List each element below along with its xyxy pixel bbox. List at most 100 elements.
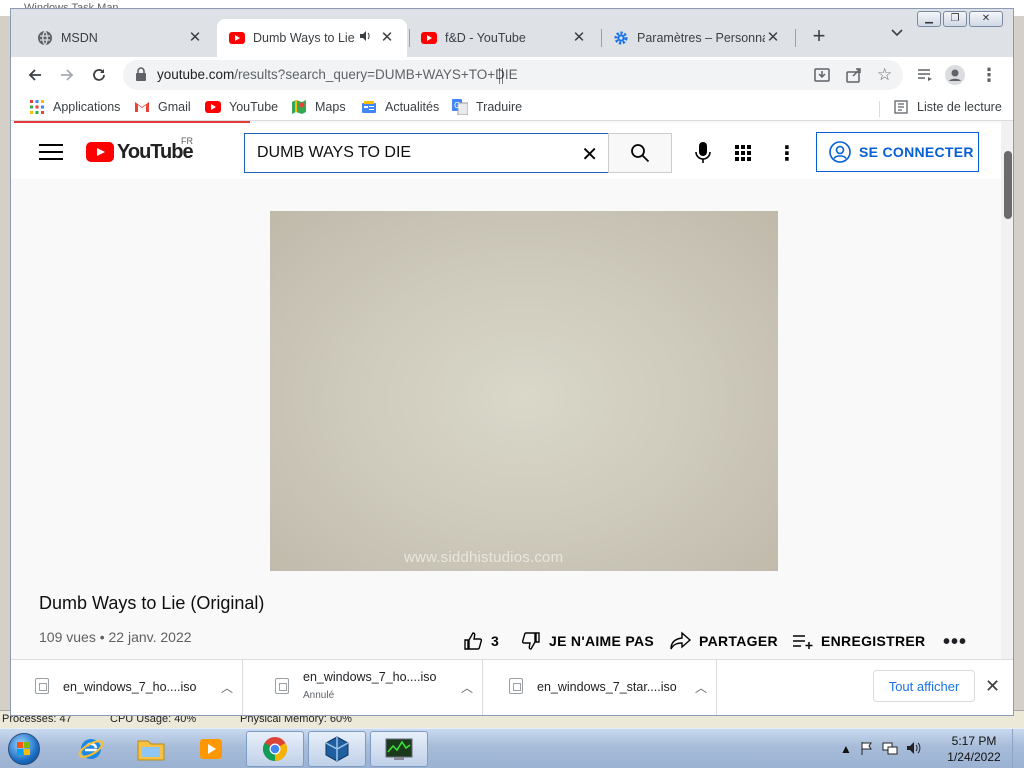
playlist-add-icon — [791, 629, 815, 653]
lock-icon[interactable] — [135, 67, 147, 84]
chevron-up-icon[interactable]: ︿ — [695, 679, 707, 696]
share-icon[interactable] — [845, 66, 863, 87]
network-icon[interactable] — [882, 741, 898, 758]
settings-gear-icon — [613, 30, 629, 46]
youtube-page: YouTube FR DUMB WAYS TO DIE ✕ ⋮ SE CONNE… — [11, 121, 1001, 659]
share-arrow-icon — [669, 629, 693, 653]
menu-hamburger-icon[interactable] — [39, 141, 63, 161]
minimize-button[interactable]: ▁ — [917, 11, 941, 27]
bookmark-label: Actualités — [385, 100, 440, 114]
show-desktop-button[interactable] — [1012, 729, 1024, 768]
reload-button[interactable] — [87, 63, 111, 87]
reading-list-button[interactable]: Liste de lecture — [893, 97, 1002, 117]
search-query-text: DUMB WAYS TO DIE — [257, 144, 412, 161]
voice-search-button[interactable] — [687, 137, 719, 169]
clock-time: 5:17 PM — [951, 734, 997, 748]
taskbar-media-player[interactable] — [182, 731, 240, 767]
bookmark-label: Gmail — [158, 100, 191, 114]
volume-icon[interactable] — [906, 741, 922, 758]
chrome-menu-icon[interactable]: ⋮ — [977, 63, 1001, 87]
chrome-window: MSDN ✕ Dumb Ways to Lie ( ✕ f&D - YouTub… — [10, 8, 1014, 716]
country-code: FR — [181, 136, 193, 146]
sign-in-label: SE CONNECTER — [859, 144, 974, 160]
bookmarks-bar: Applications Gmail YouTube Maps Actualit… — [11, 93, 1013, 121]
file-icon — [275, 678, 289, 694]
microphone-icon — [695, 142, 711, 163]
save-button[interactable]: ENREGISTRER — [791, 629, 925, 653]
show-hidden-icons-icon[interactable]: ▲ — [840, 742, 852, 756]
chevron-up-icon[interactable]: ︿ — [461, 679, 473, 696]
news-icon — [361, 99, 377, 115]
youtube-logo[interactable]: YouTube FR — [86, 136, 206, 164]
tab-fd-youtube[interactable]: f&D - YouTube ✕ — [409, 19, 599, 57]
tab-strip: MSDN ✕ Dumb Ways to Lie ( ✕ f&D - YouTub… — [11, 9, 1013, 57]
bookmark-maps[interactable]: Maps — [291, 97, 346, 117]
page-scrollbar[interactable] — [1001, 121, 1013, 659]
speaker-icon[interactable] — [357, 30, 373, 46]
tab-dumb-ways[interactable]: Dumb Ways to Lie ( ✕ — [217, 19, 407, 57]
profile-avatar-icon[interactable] — [943, 63, 967, 87]
restore-button[interactable]: ❐ — [943, 11, 967, 27]
taskbar-clock[interactable]: 5:17 PM 1/24/2022 — [944, 733, 1004, 765]
download-item[interactable]: en_windows_7_star....iso ︿ — [485, 660, 717, 715]
install-app-icon[interactable] — [813, 66, 831, 87]
close-tab-icon[interactable]: ✕ — [187, 30, 203, 46]
tab-search-chevron-icon[interactable] — [885, 25, 909, 49]
close-tab-icon[interactable]: ✕ — [765, 30, 781, 46]
close-downloads-icon[interactable]: ✕ — [985, 676, 1000, 697]
thumbs-up-icon — [461, 629, 485, 653]
show-all-downloads-button[interactable]: Tout afficher — [873, 670, 975, 702]
more-actions-icon[interactable]: ••• — [943, 631, 967, 654]
taskbar-internet-explorer[interactable] — [62, 731, 120, 767]
close-tab-icon[interactable]: ✕ — [571, 30, 587, 46]
youtube-apps-button[interactable] — [727, 137, 759, 169]
dislike-button[interactable]: JE N'AIME PAS — [519, 629, 654, 653]
bookmark-actualites[interactable]: Actualités — [361, 97, 439, 117]
video-player[interactable]: www.siddhistudios.com — [270, 211, 778, 571]
scrollbar-thumb[interactable] — [1004, 151, 1012, 219]
close-window-button[interactable]: ✕ — [969, 11, 1003, 27]
tab-title: MSDN — [61, 31, 98, 45]
tab-settings[interactable]: Paramètres – Personnali ✕ — [601, 19, 793, 57]
start-button[interactable] — [4, 731, 44, 767]
bookmark-applications[interactable]: Applications — [29, 97, 120, 117]
like-count: 3 — [491, 633, 500, 649]
search-button[interactable] — [608, 133, 672, 173]
gmail-icon — [134, 99, 150, 115]
bookmark-gmail[interactable]: Gmail — [134, 97, 191, 117]
new-tab-button[interactable]: + — [807, 25, 831, 49]
reading-list-label: Liste de lecture — [917, 100, 1002, 114]
taskbar-file-explorer[interactable] — [122, 731, 180, 767]
bookmark-label: Applications — [53, 100, 121, 114]
reading-mode-icon[interactable] — [913, 63, 937, 87]
svg-text:G: G — [454, 101, 460, 110]
clear-search-icon[interactable]: ✕ — [581, 142, 598, 167]
download-item[interactable]: en_windows_7_ho....iso Annulé ︿ — [251, 660, 483, 715]
taskbar-chrome[interactable] — [246, 731, 304, 767]
close-tab-icon[interactable]: ✕ — [379, 30, 395, 46]
back-button[interactable] — [23, 63, 47, 87]
youtube-icon — [205, 99, 221, 115]
search-input[interactable]: DUMB WAYS TO DIE ✕ — [244, 133, 608, 173]
youtube-icon — [421, 30, 437, 46]
settings-more-icon[interactable]: ⋮ — [771, 137, 803, 169]
windows-taskbar: ▲ 5:17 PM 1/24/2022 — [0, 728, 1024, 768]
tab-title: Paramètres – Personnali — [637, 31, 765, 45]
bookmark-star-icon[interactable]: ☆ — [877, 65, 892, 85]
sign-in-button[interactable]: SE CONNECTER — [816, 132, 979, 172]
address-bar[interactable]: youtube.com/results?search_query=DUMB+WA… — [123, 60, 903, 90]
tab-msdn[interactable]: MSDN ✕ — [25, 19, 215, 57]
forward-button[interactable] — [55, 63, 79, 87]
share-button[interactable]: PARTAGER — [669, 629, 778, 653]
action-center-flag-icon[interactable] — [860, 741, 874, 758]
taskbar-task-manager[interactable] — [370, 731, 428, 767]
tab-title: f&D - YouTube — [445, 31, 526, 45]
video-watermark: www.siddhistudios.com — [404, 549, 564, 566]
like-button[interactable]: 3 — [461, 629, 499, 653]
download-item[interactable]: en_windows_7_ho....iso ︿ — [11, 660, 243, 715]
chevron-up-icon[interactable]: ︿ — [221, 679, 233, 696]
taskbar-virtualbox[interactable] — [308, 731, 366, 767]
bookmark-traduire[interactable]: G Traduire — [452, 97, 522, 117]
bookmark-youtube[interactable]: YouTube — [205, 97, 278, 117]
system-tray: ▲ — [840, 735, 922, 763]
